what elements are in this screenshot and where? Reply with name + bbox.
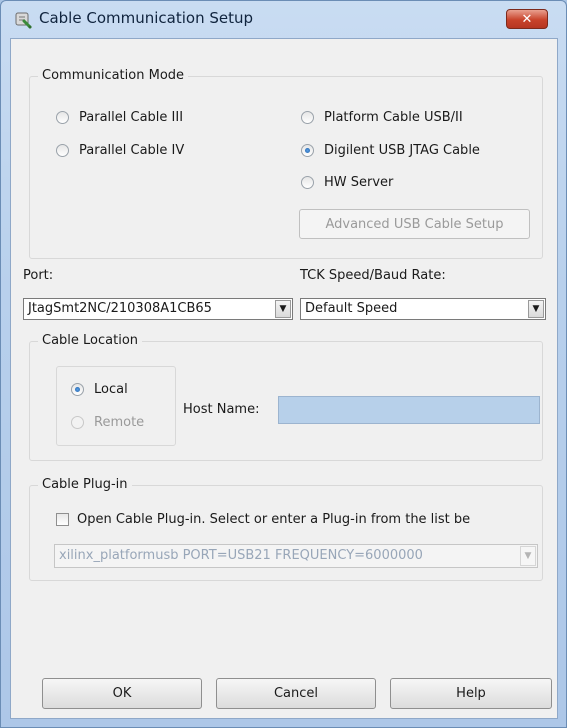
host-name-field[interactable] bbox=[278, 396, 540, 424]
radio-digilent-usb-jtag[interactable]: Digilent USB JTAG Cable bbox=[301, 143, 480, 158]
communication-mode-legend: Communication Mode bbox=[38, 68, 189, 83]
radio-button[interactable] bbox=[301, 111, 314, 124]
radio-label: Platform Cable USB/II bbox=[324, 110, 463, 125]
radio-button[interactable] bbox=[56, 111, 69, 124]
close-button[interactable]: ✕ bbox=[506, 9, 548, 29]
speed-select[interactable]: Default Speed ▼ bbox=[300, 298, 546, 320]
advanced-usb-cable-setup-button[interactable]: Advanced USB Cable Setup bbox=[299, 209, 530, 239]
cable-location-legend: Cable Location bbox=[38, 333, 143, 348]
ok-button[interactable]: OK bbox=[42, 678, 202, 709]
close-icon: ✕ bbox=[521, 11, 533, 27]
radio-parallel-cable-iv[interactable]: Parallel Cable IV bbox=[56, 143, 184, 158]
host-name-label: Host Name: bbox=[183, 402, 260, 417]
cable-plugin-legend: Cable Plug-in bbox=[38, 477, 132, 492]
port-label: Port: bbox=[23, 268, 54, 283]
radio-label: Remote bbox=[94, 415, 145, 430]
open-cable-plugin-checkbox-row[interactable]: Open Cable Plug-in. Select or enter a Pl… bbox=[56, 512, 470, 527]
radio-label: Parallel Cable IV bbox=[79, 143, 185, 158]
radio-label: Digilent USB JTAG Cable bbox=[324, 143, 480, 158]
chevron-down-icon[interactable]: ▼ bbox=[275, 300, 291, 318]
plugin-select-value: xilinx_platformusb PORT=USB21 FREQUENCY=… bbox=[59, 548, 423, 563]
port-select[interactable]: JtagSmt2NC/210308A1CB65 ▼ bbox=[23, 298, 293, 320]
radio-platform-cable-usb[interactable]: Platform Cable USB/II bbox=[301, 110, 463, 125]
location-radio-frame: Local Remote bbox=[56, 366, 176, 446]
title-bar[interactable]: Cable Communication Setup ✕ bbox=[1, 1, 566, 37]
radio-label: Local bbox=[94, 382, 128, 397]
window-title: Cable Communication Setup bbox=[39, 9, 254, 27]
radio-local[interactable]: Local bbox=[71, 382, 128, 397]
radio-button[interactable] bbox=[71, 416, 84, 429]
speed-select-value: Default Speed bbox=[305, 301, 398, 316]
radio-label: Parallel Cable III bbox=[79, 110, 184, 125]
open-cable-plugin-checkbox[interactable] bbox=[56, 513, 69, 526]
communication-mode-group: Communication Mode Parallel Cable III Pa… bbox=[29, 68, 543, 259]
dialog-client-area: Communication Mode Parallel Cable III Pa… bbox=[10, 38, 558, 719]
port-select-value: JtagSmt2NC/210308A1CB65 bbox=[28, 301, 212, 316]
radio-label: HW Server bbox=[324, 175, 394, 190]
open-cable-plugin-label: Open Cable Plug-in. Select or enter a Pl… bbox=[77, 512, 471, 527]
speed-label: TCK Speed/Baud Rate: bbox=[300, 268, 446, 283]
cable-location-group: Cable Location Local Remote Host Name: bbox=[29, 333, 543, 461]
radio-button[interactable] bbox=[71, 383, 84, 396]
cable-plugin-group: Cable Plug-in Open Cable Plug-in. Select… bbox=[29, 477, 543, 581]
help-button[interactable]: Help bbox=[390, 678, 552, 709]
radio-parallel-cable-iii[interactable]: Parallel Cable III bbox=[56, 110, 183, 125]
cancel-button[interactable]: Cancel bbox=[216, 678, 376, 709]
radio-button[interactable] bbox=[301, 144, 314, 157]
dialog-window: Cable Communication Setup ✕ Communicatio… bbox=[0, 0, 567, 728]
radio-hw-server[interactable]: HW Server bbox=[301, 175, 393, 190]
chevron-down-icon[interactable]: ▼ bbox=[528, 300, 544, 318]
cable-setup-icon bbox=[15, 12, 32, 29]
chevron-down-icon[interactable]: ▼ bbox=[520, 546, 536, 566]
radio-remote[interactable]: Remote bbox=[71, 415, 144, 430]
radio-button[interactable] bbox=[56, 144, 69, 157]
plugin-select[interactable]: xilinx_platformusb PORT=USB21 FREQUENCY=… bbox=[54, 544, 538, 568]
radio-button[interactable] bbox=[301, 176, 314, 189]
